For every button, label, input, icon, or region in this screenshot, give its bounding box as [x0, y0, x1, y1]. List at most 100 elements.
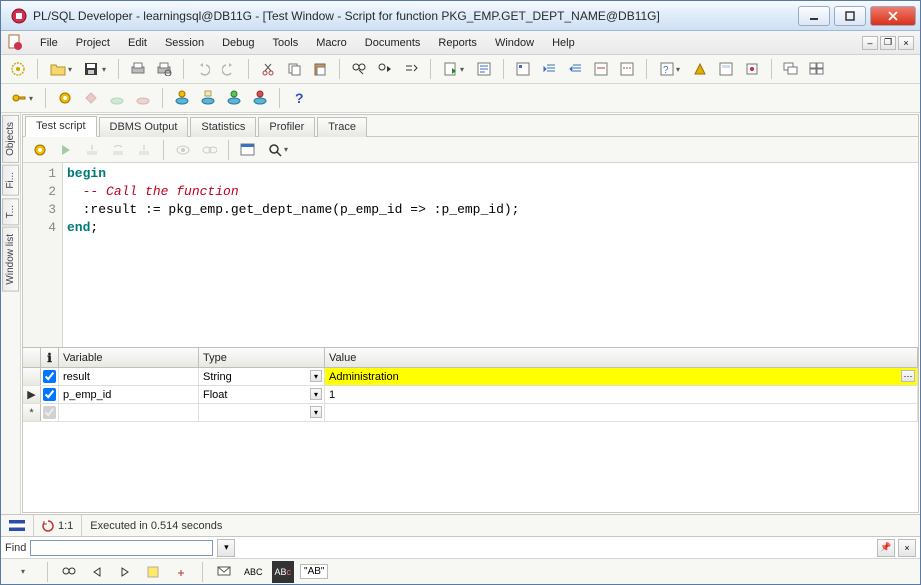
type-dropdown-icon[interactable]: ▾: [310, 370, 322, 382]
window-maximize-button[interactable]: [834, 6, 866, 26]
mdi-minimize-button[interactable]: –: [862, 36, 878, 50]
eye-button[interactable]: [172, 139, 194, 161]
db-step1-button[interactable]: [171, 87, 193, 109]
new-button[interactable]: [7, 58, 29, 80]
var-type[interactable]: ▾: [199, 404, 325, 421]
next-button[interactable]: [114, 561, 136, 583]
save-button[interactable]: ▾: [80, 58, 110, 80]
commit-button[interactable]: [106, 87, 128, 109]
indent-button[interactable]: [538, 58, 560, 80]
sql-window-button[interactable]: [237, 139, 259, 161]
help-button[interactable]: ?: [288, 87, 310, 109]
var-name[interactable]: result: [59, 368, 199, 385]
find-button[interactable]: [348, 58, 370, 80]
prev-button[interactable]: [86, 561, 108, 583]
menu-edit[interactable]: Edit: [119, 34, 156, 52]
code-editor[interactable]: 1 2 3 4 begin -- Call the function :resu…: [23, 163, 918, 348]
redo-button[interactable]: [218, 58, 240, 80]
gear-run-button[interactable]: [29, 139, 51, 161]
side-tab-files[interactable]: Fi...: [2, 165, 19, 196]
menu-file[interactable]: File: [31, 34, 67, 52]
menu-macro[interactable]: Macro: [307, 34, 356, 52]
code-area[interactable]: begin -- Call the function :result := pk…: [63, 163, 918, 347]
col-type[interactable]: Type: [199, 348, 325, 367]
bottom-dropdown-button[interactable]: ▾: [7, 561, 37, 583]
type-dropdown-icon[interactable]: ▾: [310, 388, 322, 400]
step-into-button[interactable]: [81, 139, 103, 161]
var-name[interactable]: [59, 404, 199, 421]
menu-window[interactable]: Window: [486, 34, 543, 52]
template-button[interactable]: [715, 58, 737, 80]
db-step3-button[interactable]: [223, 87, 245, 109]
menu-help[interactable]: Help: [543, 34, 584, 52]
var-value[interactable]: [325, 404, 918, 421]
recall-button[interactable]: [741, 58, 763, 80]
side-tab-window-list[interactable]: Window list: [2, 227, 19, 292]
find-next-button[interactable]: [374, 58, 396, 80]
var-value[interactable]: Administration⋯: [325, 368, 918, 385]
db-step4-button[interactable]: [249, 87, 271, 109]
menu-debug[interactable]: Debug: [213, 34, 263, 52]
case-neg-button[interactable]: ABc: [272, 561, 295, 583]
print-preview-button[interactable]: [153, 58, 175, 80]
var-type[interactable]: Float▾: [199, 386, 325, 403]
find-pin-button[interactable]: 📌: [877, 539, 895, 557]
step-button[interactable]: [55, 139, 77, 161]
watch-button[interactable]: [198, 139, 220, 161]
zoom-button[interactable]: ▾: [263, 139, 293, 161]
col-variable[interactable]: Variable: [59, 348, 199, 367]
row-check[interactable]: [41, 368, 59, 385]
step-over-button[interactable]: [107, 139, 129, 161]
menu-session[interactable]: Session: [156, 34, 213, 52]
gear-button[interactable]: [54, 87, 76, 109]
find-dropdown-button[interactable]: ▾: [217, 539, 235, 557]
tab-test-script[interactable]: Test script: [25, 116, 97, 137]
uncomment-button[interactable]: [616, 58, 638, 80]
side-tab-t[interactable]: T...: [2, 198, 19, 225]
value-more-button[interactable]: ⋯: [901, 370, 915, 382]
window-minimize-button[interactable]: [798, 6, 830, 26]
key-button[interactable]: ▾: [7, 87, 37, 109]
var-row[interactable]: ▶ p_emp_id Float▾ 1: [23, 386, 918, 404]
message-button[interactable]: [213, 561, 235, 583]
paste-button[interactable]: [309, 58, 331, 80]
tab-trace[interactable]: Trace: [317, 117, 367, 137]
col-value[interactable]: Value: [325, 348, 918, 367]
bookmark-button[interactable]: [170, 561, 192, 583]
db-step2-button[interactable]: [197, 87, 219, 109]
open-button[interactable]: ▾: [46, 58, 76, 80]
execute-button[interactable]: ▾: [439, 58, 469, 80]
tab-profiler[interactable]: Profiler: [258, 117, 315, 137]
undo-button[interactable]: [192, 58, 214, 80]
var-row[interactable]: result String▾ Administration⋯: [23, 368, 918, 386]
find-input[interactable]: [30, 540, 213, 556]
unindent-button[interactable]: [564, 58, 586, 80]
rollback-button[interactable]: [132, 87, 154, 109]
var-name[interactable]: p_emp_id: [59, 386, 199, 403]
row-check[interactable]: [41, 404, 59, 421]
var-row-new[interactable]: * ▾: [23, 404, 918, 422]
step-out-button[interactable]: [133, 139, 155, 161]
status-refresh[interactable]: 1:1: [34, 515, 82, 536]
break-button[interactable]: [80, 87, 102, 109]
window-close-button[interactable]: [870, 6, 916, 26]
menu-tools[interactable]: Tools: [264, 34, 308, 52]
print-button[interactable]: [127, 58, 149, 80]
window-list-button[interactable]: [780, 58, 802, 80]
menu-reports[interactable]: Reports: [429, 34, 486, 52]
var-value[interactable]: 1: [325, 386, 918, 403]
find-close-button[interactable]: ×: [898, 539, 916, 557]
row-check[interactable]: [41, 386, 59, 403]
highlight-button[interactable]: [142, 561, 164, 583]
describe-button[interactable]: ?▾: [655, 58, 685, 80]
type-dropdown-icon[interactable]: ▾: [310, 406, 322, 418]
mdi-restore-button[interactable]: ❐: [880, 36, 896, 50]
tile-button[interactable]: [806, 58, 828, 80]
replace-button[interactable]: [400, 58, 422, 80]
code-assist-button[interactable]: [689, 58, 711, 80]
find-icon[interactable]: [58, 561, 80, 583]
mdi-close-button[interactable]: ×: [898, 36, 914, 50]
case-button[interactable]: ABC: [241, 561, 266, 583]
side-tab-objects[interactable]: Objects: [2, 115, 19, 163]
cut-button[interactable]: [257, 58, 279, 80]
